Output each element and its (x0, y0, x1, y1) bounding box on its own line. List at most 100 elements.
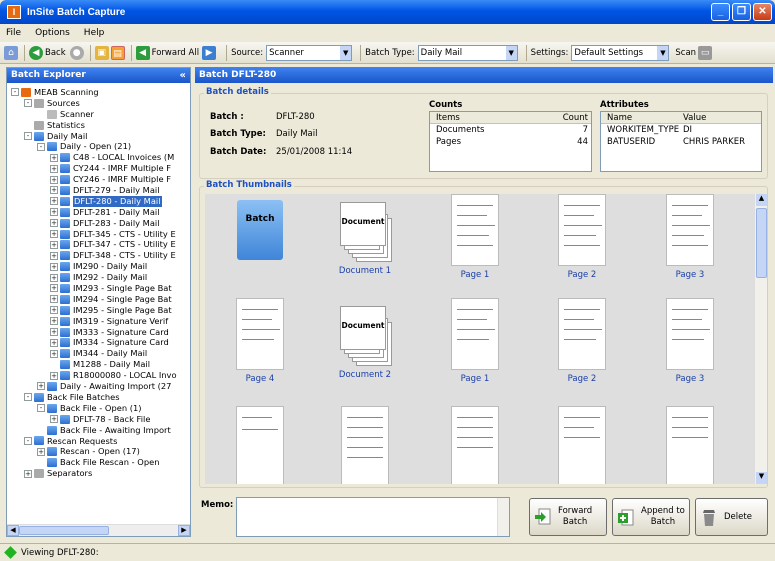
expand-node-icon[interactable]: + (50, 208, 58, 217)
tree-node[interactable]: M1288 - Daily Mail (7, 359, 190, 370)
counts-list[interactable]: Items Count Documents 7 Pages 44 (429, 111, 592, 172)
memo-scrollbar[interactable] (497, 498, 509, 536)
forward-batch-button[interactable]: Forward Batch (529, 498, 607, 536)
tree-node[interactable]: Back File - Awaiting Import (7, 425, 190, 436)
tree-node[interactable]: + IM319 - Signature Verif (7, 316, 190, 327)
scan-button[interactable]: Scan ▭ (675, 45, 714, 60)
expand-node-icon[interactable]: + (50, 295, 58, 304)
expand-node-icon[interactable]: + (50, 153, 58, 162)
menu-options[interactable]: Options (35, 28, 70, 38)
scrollbar-thumb[interactable] (19, 526, 109, 535)
horizontal-scrollbar[interactable]: ◀ ▶ (7, 524, 190, 536)
tree-node[interactable]: + DFLT-279 - Daily Mail (7, 185, 190, 196)
expand-node-icon[interactable]: + (37, 447, 45, 456)
tree-node[interactable]: - MEAB Scanning (7, 87, 190, 98)
tree-node[interactable]: - Sources (7, 98, 190, 109)
minimize-button[interactable]: _ (711, 3, 730, 21)
collapse-node-icon[interactable]: - (24, 436, 32, 445)
page-thumbnail[interactable]: Page 3 (655, 298, 725, 384)
page-thumbnail[interactable]: Page 4 (225, 298, 295, 384)
back-button[interactable]: ◀ Back (29, 45, 66, 60)
tree-node[interactable]: Back File Rescan - Open (7, 457, 190, 468)
tree-node[interactable]: + DFLT-78 - Back File (7, 414, 190, 425)
memo-input[interactable] (236, 497, 510, 537)
expand-node-icon[interactable]: + (50, 219, 58, 228)
expand-node-icon[interactable]: + (50, 415, 58, 424)
tree-node[interactable]: + Rescan - Open (17) (7, 446, 190, 457)
page-thumbnail[interactable]: Page 2 (547, 298, 617, 384)
document-thumbnail[interactable]: Document Document 2 (330, 304, 400, 380)
tree-node[interactable]: - Daily - Open (21) (7, 141, 190, 152)
folder-icon[interactable]: ▣ (94, 45, 109, 60)
scroll-up-icon[interactable]: ▲ (756, 194, 767, 206)
tree-node[interactable]: + Daily - Awaiting Import (27 (7, 381, 190, 392)
tree-node[interactable]: + Separators (7, 468, 190, 479)
expand-node-icon[interactable]: + (50, 349, 58, 358)
tree-node[interactable]: + DFLT-348 - CTS - Utility E (7, 250, 190, 261)
menu-help[interactable]: Help (84, 28, 105, 38)
list-item[interactable]: Documents 7 (430, 124, 591, 136)
collapse-icon[interactable]: « (180, 68, 186, 83)
tree-node[interactable]: + R18000080 - LOCAL Invo (7, 370, 190, 381)
expand-node-icon[interactable]: + (50, 317, 58, 326)
tree-node[interactable]: - Back File - Open (1) (7, 403, 190, 414)
collapse-node-icon[interactable]: - (24, 393, 32, 402)
tree-node[interactable]: + IM294 - Single Page Bat (7, 294, 190, 305)
restore-button[interactable]: ❐ (732, 3, 751, 21)
page-thumbnail[interactable] (330, 406, 400, 484)
expand-node-icon[interactable]: + (50, 230, 58, 239)
expand-node-icon[interactable]: + (50, 273, 58, 282)
close-button[interactable]: ✕ (753, 3, 772, 21)
delete-button[interactable]: Delete (695, 498, 768, 536)
tree-node[interactable]: + C48 - LOCAL Invoices (M (7, 152, 190, 163)
forward-arrow-icon[interactable]: ◀ (135, 45, 150, 60)
expand-node-icon[interactable]: + (50, 306, 58, 315)
list-item[interactable]: WORKITEM_TYPE DI (601, 124, 761, 136)
batch-type-select[interactable]: Daily Mail ▼ (417, 44, 518, 61)
menu-file[interactable]: File (6, 28, 21, 38)
home-icon[interactable]: ⌂ (4, 45, 18, 60)
list-item[interactable]: BATUSERID CHRIS PARKER (601, 136, 761, 148)
collapse-node-icon[interactable]: - (11, 88, 19, 97)
settings-select[interactable]: Default Settings ▼ (571, 44, 670, 61)
page-thumbnail[interactable] (655, 406, 725, 484)
tree-node[interactable]: + IM344 - Daily Mail (7, 348, 190, 359)
collapse-node-icon[interactable]: - (24, 132, 32, 140)
scroll-down-icon[interactable]: ▼ (756, 472, 767, 484)
expand-node-icon[interactable]: + (50, 164, 58, 173)
expand-node-icon[interactable]: + (50, 328, 58, 337)
collapse-node-icon[interactable]: - (37, 142, 45, 151)
document-icon[interactable]: ▤ (110, 45, 125, 60)
page-thumbnail[interactable]: Page 3 (655, 194, 725, 280)
tree-node[interactable]: + DFLT-283 - Daily Mail (7, 218, 190, 229)
expand-node-icon[interactable]: + (50, 240, 58, 249)
source-select[interactable]: Scanner ▼ (266, 44, 353, 61)
page-thumbnail[interactable] (440, 406, 510, 484)
tree-node[interactable]: + IM290 - Daily Mail (7, 261, 190, 272)
tree-node[interactable]: + DFLT-347 - CTS - Utility E (7, 239, 190, 250)
expand-node-icon[interactable]: + (50, 197, 58, 206)
scroll-right-icon[interactable]: ▶ (178, 525, 190, 536)
tree-node[interactable]: + IM333 - Signature Card (7, 327, 190, 338)
forward-all-button[interactable]: Forward All ▶ (152, 45, 218, 60)
expand-node-icon[interactable]: + (50, 338, 58, 347)
tree-node[interactable]: + IM293 - Single Page Bat (7, 283, 190, 294)
tree-node[interactable]: - Daily Mail (7, 131, 190, 142)
append-to-batch-button[interactable]: Append to Batch (612, 498, 690, 536)
page-thumbnail[interactable]: Page 1 (440, 298, 510, 384)
tree-node[interactable]: - Rescan Requests (7, 436, 190, 447)
tree-node[interactable]: + DFLT-280 - Daily Mail (7, 195, 190, 207)
page-thumbnail[interactable] (225, 406, 295, 484)
expand-node-icon[interactable]: + (24, 469, 32, 478)
scroll-left-icon[interactable]: ◀ (7, 525, 19, 536)
list-item[interactable]: Pages 44 (430, 136, 591, 148)
tree-node[interactable]: Statistics (7, 120, 190, 131)
tree-node[interactable]: + DFLT-281 - Daily Mail (7, 207, 190, 218)
page-thumbnail[interactable]: Page 2 (547, 194, 617, 280)
collapse-node-icon[interactable]: - (37, 404, 45, 413)
batch-thumbnail[interactable]: Batch (225, 200, 295, 260)
expand-node-icon[interactable]: + (50, 186, 58, 195)
expand-node-icon[interactable]: + (50, 175, 58, 184)
tree-node[interactable]: Scanner (7, 109, 190, 120)
page-thumbnail[interactable]: Page 1 (440, 194, 510, 280)
